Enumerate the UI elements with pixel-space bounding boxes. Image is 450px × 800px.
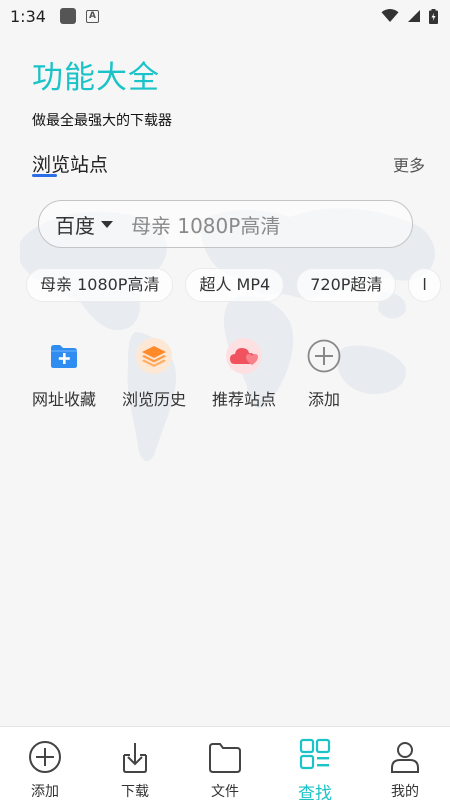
quick-action-bookmarks[interactable]: 网址收藏 bbox=[24, 338, 104, 410]
quick-action-label: 添加 bbox=[307, 390, 340, 409]
tab-profile[interactable]: 我的 bbox=[360, 727, 450, 800]
suggestion-chip[interactable]: 720P超清 bbox=[296, 268, 397, 302]
plus-circle-icon bbox=[306, 338, 342, 374]
search-box[interactable]: 百度 母亲 1080P高清 bbox=[38, 200, 413, 248]
section-title-underline bbox=[32, 174, 57, 177]
tab-add[interactable]: 添加 bbox=[0, 727, 90, 800]
suggestion-chip[interactable]: l bbox=[408, 268, 441, 302]
quick-action-label: 推荐站点 bbox=[211, 390, 276, 409]
search-engine-selector[interactable]: 百度 bbox=[55, 210, 95, 239]
bottom-nav: 添加 下载 文件 查找 我的 bbox=[0, 726, 450, 800]
search-input[interactable]: 母亲 1080P高清 bbox=[131, 210, 280, 239]
status-bar: 1:34 A bbox=[0, 0, 450, 32]
tab-label: 我的 bbox=[391, 784, 419, 800]
quick-action-label: 网址收藏 bbox=[31, 390, 96, 409]
main-content: 功能大全 做最全最强大的下载器 浏览站点 更多 百度 母亲 1080P高清 母亲… bbox=[0, 32, 450, 726]
suggestion-chip[interactable]: 超人 MP4 bbox=[185, 268, 285, 302]
notification-icon bbox=[59, 8, 76, 24]
chevron-down-icon[interactable] bbox=[101, 220, 113, 228]
suggestion-chips: 母亲 1080P高清 超人 MP4 720P超清 l bbox=[26, 268, 450, 304]
page-title: 功能大全 bbox=[32, 60, 160, 96]
quick-action-add[interactable]: 添加 bbox=[284, 338, 364, 410]
tab-search[interactable]: 查找 bbox=[270, 727, 360, 800]
tab-download[interactable]: 下载 bbox=[90, 727, 180, 800]
tab-files[interactable]: 文件 bbox=[180, 727, 270, 800]
battery-icon bbox=[429, 8, 438, 24]
tab-label: 下载 bbox=[121, 784, 149, 800]
app-notification-icon: A bbox=[85, 9, 99, 23]
layers-history-icon bbox=[136, 338, 172, 374]
user-icon bbox=[391, 742, 419, 773]
tab-label: 添加 bbox=[31, 784, 59, 800]
grid-search-icon bbox=[299, 738, 331, 770]
section-title-browse-sites: 浏览站点 bbox=[32, 154, 109, 176]
folder-icon bbox=[209, 743, 241, 773]
status-time: 1:34 bbox=[10, 6, 46, 26]
suggestion-chip[interactable]: 母亲 1080P高清 bbox=[26, 268, 174, 302]
quick-action-history[interactable]: 浏览历史 bbox=[114, 338, 194, 410]
download-icon bbox=[123, 743, 147, 773]
more-link[interactable]: 更多 bbox=[393, 152, 425, 176]
tab-label: 查找 bbox=[298, 784, 332, 800]
quick-action-label: 浏览历史 bbox=[121, 390, 186, 409]
page-subtitle: 做最全最强大的下载器 bbox=[32, 113, 172, 129]
signal-icon bbox=[408, 10, 420, 22]
heart-cloud-icon bbox=[226, 338, 262, 374]
wifi-icon bbox=[381, 9, 399, 22]
tab-label: 文件 bbox=[211, 784, 239, 800]
plus-circle-icon bbox=[29, 741, 61, 773]
quick-action-recommended-sites[interactable]: 推荐站点 bbox=[204, 338, 284, 410]
folder-plus-icon bbox=[46, 338, 82, 374]
